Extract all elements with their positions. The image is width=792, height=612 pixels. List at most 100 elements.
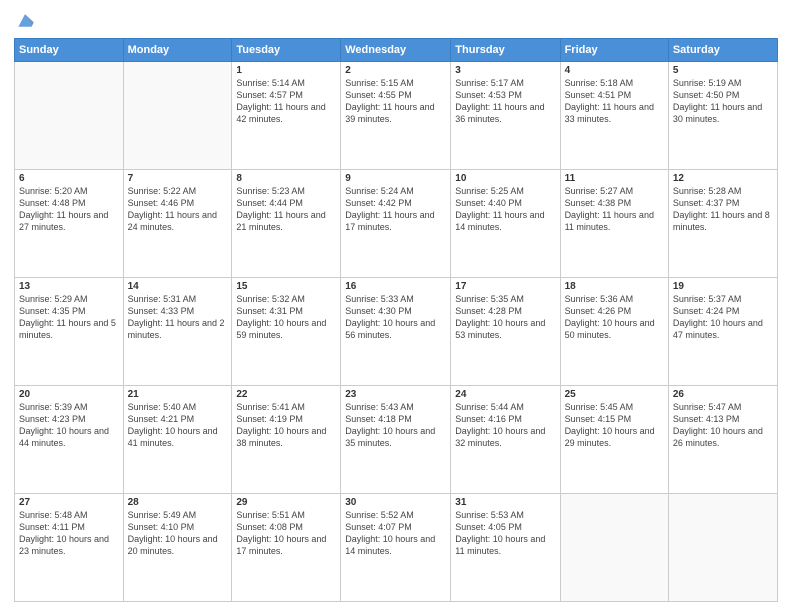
calendar-cell: 4Sunrise: 5:18 AMSunset: 4:51 PMDaylight… (560, 62, 668, 170)
calendar-cell: 16Sunrise: 5:33 AMSunset: 4:30 PMDayligh… (341, 278, 451, 386)
day-info: Sunrise: 5:43 AMSunset: 4:18 PMDaylight:… (345, 401, 446, 450)
calendar-header-tuesday: Tuesday (232, 39, 341, 62)
calendar-cell: 29Sunrise: 5:51 AMSunset: 4:08 PMDayligh… (232, 494, 341, 602)
logo (14, 10, 40, 32)
calendar-week-row: 27Sunrise: 5:48 AMSunset: 4:11 PMDayligh… (15, 494, 778, 602)
day-number: 12 (673, 173, 773, 184)
day-number: 5 (673, 65, 773, 76)
calendar-cell: 6Sunrise: 5:20 AMSunset: 4:48 PMDaylight… (15, 170, 124, 278)
day-number: 13 (19, 281, 119, 292)
calendar-header-monday: Monday (123, 39, 232, 62)
day-number: 28 (128, 497, 228, 508)
day-number: 8 (236, 173, 336, 184)
day-info: Sunrise: 5:44 AMSunset: 4:16 PMDaylight:… (455, 401, 555, 450)
calendar-cell: 20Sunrise: 5:39 AMSunset: 4:23 PMDayligh… (15, 386, 124, 494)
calendar-cell: 24Sunrise: 5:44 AMSunset: 4:16 PMDayligh… (451, 386, 560, 494)
calendar-cell: 23Sunrise: 5:43 AMSunset: 4:18 PMDayligh… (341, 386, 451, 494)
calendar-cell (560, 494, 668, 602)
day-number: 31 (455, 497, 555, 508)
calendar-cell: 8Sunrise: 5:23 AMSunset: 4:44 PMDaylight… (232, 170, 341, 278)
day-info: Sunrise: 5:40 AMSunset: 4:21 PMDaylight:… (128, 401, 228, 450)
day-number: 30 (345, 497, 446, 508)
day-number: 19 (673, 281, 773, 292)
calendar-cell: 14Sunrise: 5:31 AMSunset: 4:33 PMDayligh… (123, 278, 232, 386)
calendar-cell: 1Sunrise: 5:14 AMSunset: 4:57 PMDaylight… (232, 62, 341, 170)
day-info: Sunrise: 5:37 AMSunset: 4:24 PMDaylight:… (673, 293, 773, 342)
calendar-cell: 5Sunrise: 5:19 AMSunset: 4:50 PMDaylight… (668, 62, 777, 170)
calendar-cell: 27Sunrise: 5:48 AMSunset: 4:11 PMDayligh… (15, 494, 124, 602)
day-number: 27 (19, 497, 119, 508)
day-number: 18 (565, 281, 664, 292)
calendar-cell: 28Sunrise: 5:49 AMSunset: 4:10 PMDayligh… (123, 494, 232, 602)
day-number: 9 (345, 173, 446, 184)
day-number: 25 (565, 389, 664, 400)
calendar-cell: 2Sunrise: 5:15 AMSunset: 4:55 PMDaylight… (341, 62, 451, 170)
day-info: Sunrise: 5:47 AMSunset: 4:13 PMDaylight:… (673, 401, 773, 450)
day-number: 23 (345, 389, 446, 400)
day-number: 7 (128, 173, 228, 184)
calendar-week-row: 1Sunrise: 5:14 AMSunset: 4:57 PMDaylight… (15, 62, 778, 170)
day-info: Sunrise: 5:18 AMSunset: 4:51 PMDaylight:… (565, 77, 664, 126)
day-number: 6 (19, 173, 119, 184)
day-info: Sunrise: 5:29 AMSunset: 4:35 PMDaylight:… (19, 293, 119, 342)
calendar-cell (123, 62, 232, 170)
calendar-week-row: 20Sunrise: 5:39 AMSunset: 4:23 PMDayligh… (15, 386, 778, 494)
calendar-header-wednesday: Wednesday (341, 39, 451, 62)
day-number: 29 (236, 497, 336, 508)
day-info: Sunrise: 5:41 AMSunset: 4:19 PMDaylight:… (236, 401, 336, 450)
calendar-week-row: 6Sunrise: 5:20 AMSunset: 4:48 PMDaylight… (15, 170, 778, 278)
day-number: 26 (673, 389, 773, 400)
calendar-cell: 15Sunrise: 5:32 AMSunset: 4:31 PMDayligh… (232, 278, 341, 386)
day-info: Sunrise: 5:35 AMSunset: 4:28 PMDaylight:… (455, 293, 555, 342)
calendar-cell: 17Sunrise: 5:35 AMSunset: 4:28 PMDayligh… (451, 278, 560, 386)
day-info: Sunrise: 5:32 AMSunset: 4:31 PMDaylight:… (236, 293, 336, 342)
day-number: 20 (19, 389, 119, 400)
calendar-cell: 30Sunrise: 5:52 AMSunset: 4:07 PMDayligh… (341, 494, 451, 602)
day-info: Sunrise: 5:22 AMSunset: 4:46 PMDaylight:… (128, 185, 228, 234)
calendar-cell: 9Sunrise: 5:24 AMSunset: 4:42 PMDaylight… (341, 170, 451, 278)
day-info: Sunrise: 5:52 AMSunset: 4:07 PMDaylight:… (345, 509, 446, 558)
day-info: Sunrise: 5:17 AMSunset: 4:53 PMDaylight:… (455, 77, 555, 126)
day-number: 21 (128, 389, 228, 400)
day-info: Sunrise: 5:39 AMSunset: 4:23 PMDaylight:… (19, 401, 119, 450)
day-number: 1 (236, 65, 336, 76)
calendar-cell: 10Sunrise: 5:25 AMSunset: 4:40 PMDayligh… (451, 170, 560, 278)
day-info: Sunrise: 5:14 AMSunset: 4:57 PMDaylight:… (236, 77, 336, 126)
calendar-cell: 18Sunrise: 5:36 AMSunset: 4:26 PMDayligh… (560, 278, 668, 386)
day-number: 11 (565, 173, 664, 184)
calendar-cell: 3Sunrise: 5:17 AMSunset: 4:53 PMDaylight… (451, 62, 560, 170)
calendar-header-saturday: Saturday (668, 39, 777, 62)
calendar-cell: 11Sunrise: 5:27 AMSunset: 4:38 PMDayligh… (560, 170, 668, 278)
calendar-table: SundayMondayTuesdayWednesdayThursdayFrid… (14, 38, 778, 602)
day-number: 3 (455, 65, 555, 76)
day-info: Sunrise: 5:25 AMSunset: 4:40 PMDaylight:… (455, 185, 555, 234)
day-number: 2 (345, 65, 446, 76)
calendar-header-row: SundayMondayTuesdayWednesdayThursdayFrid… (15, 39, 778, 62)
day-info: Sunrise: 5:48 AMSunset: 4:11 PMDaylight:… (19, 509, 119, 558)
day-number: 17 (455, 281, 555, 292)
day-info: Sunrise: 5:33 AMSunset: 4:30 PMDaylight:… (345, 293, 446, 342)
calendar-cell (15, 62, 124, 170)
day-info: Sunrise: 5:28 AMSunset: 4:37 PMDaylight:… (673, 185, 773, 234)
day-info: Sunrise: 5:27 AMSunset: 4:38 PMDaylight:… (565, 185, 664, 234)
day-info: Sunrise: 5:24 AMSunset: 4:42 PMDaylight:… (345, 185, 446, 234)
calendar-cell: 7Sunrise: 5:22 AMSunset: 4:46 PMDaylight… (123, 170, 232, 278)
calendar-cell: 12Sunrise: 5:28 AMSunset: 4:37 PMDayligh… (668, 170, 777, 278)
calendar-cell: 19Sunrise: 5:37 AMSunset: 4:24 PMDayligh… (668, 278, 777, 386)
calendar-header-friday: Friday (560, 39, 668, 62)
day-number: 15 (236, 281, 336, 292)
day-info: Sunrise: 5:51 AMSunset: 4:08 PMDaylight:… (236, 509, 336, 558)
day-number: 4 (565, 65, 664, 76)
calendar-cell: 22Sunrise: 5:41 AMSunset: 4:19 PMDayligh… (232, 386, 341, 494)
day-info: Sunrise: 5:45 AMSunset: 4:15 PMDaylight:… (565, 401, 664, 450)
calendar-header-sunday: Sunday (15, 39, 124, 62)
calendar-cell: 31Sunrise: 5:53 AMSunset: 4:05 PMDayligh… (451, 494, 560, 602)
day-info: Sunrise: 5:49 AMSunset: 4:10 PMDaylight:… (128, 509, 228, 558)
day-number: 16 (345, 281, 446, 292)
calendar-cell (668, 494, 777, 602)
page-header (14, 10, 778, 32)
day-info: Sunrise: 5:53 AMSunset: 4:05 PMDaylight:… (455, 509, 555, 558)
day-info: Sunrise: 5:20 AMSunset: 4:48 PMDaylight:… (19, 185, 119, 234)
calendar-cell: 26Sunrise: 5:47 AMSunset: 4:13 PMDayligh… (668, 386, 777, 494)
day-info: Sunrise: 5:36 AMSunset: 4:26 PMDaylight:… (565, 293, 664, 342)
